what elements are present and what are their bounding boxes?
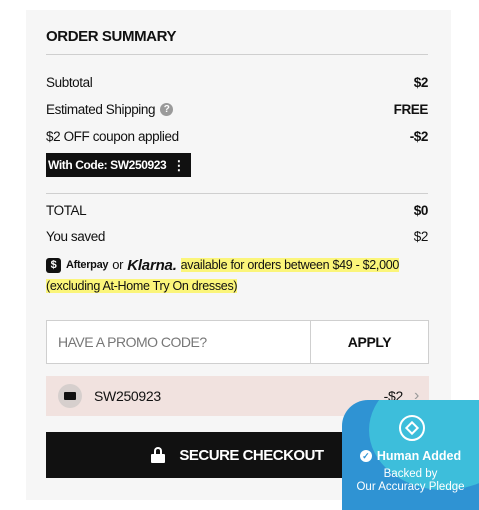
- pay-later-info: $ Afterpay or Klarna. available for orders b…: [46, 254, 436, 297]
- lock-icon: [151, 447, 166, 463]
- accuracy-pledge-text: Backed by Our Accuracy Pledge: [342, 468, 479, 494]
- human-added-text: Human Added: [376, 449, 462, 463]
- afterpay-name: Afterpay: [66, 259, 109, 272]
- secure-checkout-label: SECURE CHECKOUT: [179, 446, 324, 464]
- saved-label: You saved: [46, 228, 105, 244]
- afterpay-logo: $ Afterpay: [46, 255, 109, 276]
- promo-code-form: APPLY: [46, 320, 429, 364]
- apply-button[interactable]: APPLY: [310, 321, 428, 363]
- saved-row: You saved $2: [46, 226, 428, 246]
- total-row: TOTAL $0: [46, 200, 428, 220]
- subtotal-label: Subtotal: [46, 74, 93, 90]
- coupon-code-chip: With Code: SW250923 ⋮: [46, 153, 191, 177]
- trust-badge[interactable]: ✓ Human Added Backed by Our Accuracy Ple…: [342, 400, 479, 510]
- total-label: TOTAL: [46, 202, 87, 218]
- more-options-icon[interactable]: ⋮: [172, 159, 185, 172]
- divider: [46, 193, 428, 194]
- coupon-applied-label: $2 OFF coupon applied: [46, 128, 179, 144]
- afterpay-icon: $: [46, 258, 61, 274]
- backed-by-text: Backed by: [383, 468, 438, 480]
- coupon-applied-row: $2 OFF coupon applied -$2: [46, 126, 428, 146]
- check-icon: ✓: [359, 450, 372, 462]
- pledge-text: Our Accuracy Pledge: [356, 481, 465, 493]
- subtotal-value: $2: [413, 74, 429, 90]
- total-value: $0: [413, 202, 429, 218]
- saved-value: $2: [413, 228, 429, 244]
- shipping-value: FREE: [393, 101, 429, 117]
- promo-code-input[interactable]: [47, 321, 310, 363]
- coupon-code-text: With Code: SW250923: [48, 158, 167, 172]
- coupon-applied-value: -$2: [409, 128, 429, 144]
- order-summary-title: ORDER SUMMARY: [46, 28, 177, 45]
- klarna-logo: Klarna.: [127, 257, 177, 275]
- human-added-label: ✓ Human Added: [342, 449, 479, 463]
- or-text: or: [112, 257, 124, 272]
- question-icon[interactable]: ?: [160, 103, 174, 117]
- badge-logo-icon: [399, 415, 425, 441]
- shipping-label-wrap: Estimated Shipping?: [46, 101, 174, 117]
- shipping-row: Estimated Shipping? FREE: [46, 99, 428, 119]
- applied-coupon-code: SW250923: [94, 388, 161, 404]
- shipping-label: Estimated Shipping: [46, 101, 156, 117]
- divider: [46, 54, 428, 55]
- subtotal-row: Subtotal $2: [46, 72, 428, 92]
- ticket-icon: [58, 384, 82, 408]
